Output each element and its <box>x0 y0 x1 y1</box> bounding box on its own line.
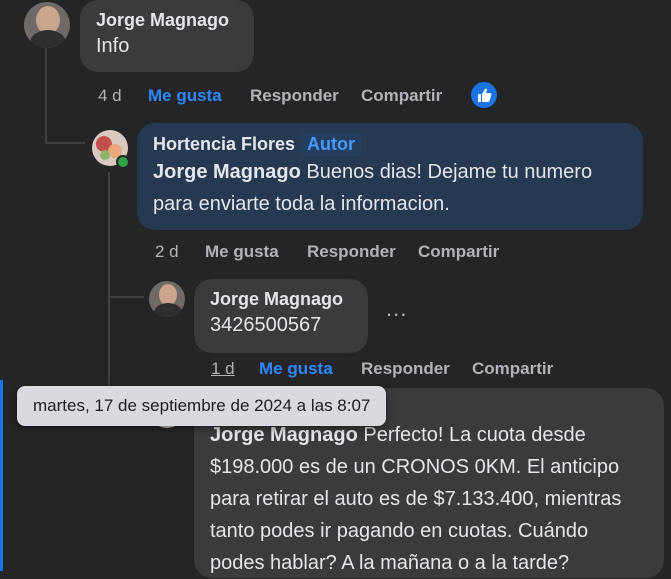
comment-time[interactable]: 2 d <box>155 242 179 262</box>
avatar[interactable] <box>149 281 185 317</box>
like-button[interactable]: Me gusta <box>259 359 333 379</box>
mention-link[interactable]: Jorge Magnago <box>210 424 358 446</box>
comment-author[interactable]: Hortencia Flores <box>153 134 295 154</box>
thread-line <box>108 172 110 402</box>
comment-text: Jorge Magnago Buenos dias! Dejame tu num… <box>153 161 593 215</box>
reply-button[interactable]: Responder <box>250 86 339 106</box>
comment-actions: 4 d Me gusta Responder Compartir <box>98 86 518 108</box>
comment-text: Jorge Magnago Perfecto! La cuota desde $… <box>210 424 622 574</box>
share-button[interactable]: Compartir <box>418 242 499 262</box>
like-button[interactable]: Me gusta <box>148 86 222 106</box>
reply-button[interactable]: Responder <box>307 242 396 262</box>
comment-text: 3426500567 <box>210 314 322 336</box>
comment-bubble: Hortencia Flores Autor Jorge Magnago Buen… <box>137 123 643 230</box>
more-options-icon[interactable]: ... <box>386 296 407 322</box>
author-badge: Autor <box>301 133 362 156</box>
comment-bubble: Jorge Magnago Info <box>80 0 254 72</box>
timestamp-tooltip: martes, 17 de septiembre de 2024 a las 8… <box>17 386 387 426</box>
like-button[interactable]: Me gusta <box>205 242 279 262</box>
comment-actions: 2 d Me gusta Responder Compartir <box>155 242 575 264</box>
comment-author[interactable]: Jorge Magnago <box>210 289 352 310</box>
thread-line <box>45 142 85 144</box>
avatar[interactable] <box>24 2 70 48</box>
comment-time[interactable]: 4 d <box>98 86 122 106</box>
share-button[interactable]: Compartir <box>472 359 553 379</box>
comment-actions: 1 d Me gusta Responder Compartir <box>211 359 631 381</box>
thread-line <box>45 48 47 144</box>
reply-button[interactable]: Responder <box>361 359 450 379</box>
thumbs-up-icon[interactable] <box>471 82 497 108</box>
thread-line <box>108 296 144 298</box>
focus-indicator <box>0 380 3 571</box>
comment-author[interactable]: Jorge Magnago <box>96 10 238 31</box>
comment-bubble: Jorge Magnago 3426500567 <box>194 279 368 353</box>
mention-link[interactable]: Jorge Magnago <box>153 161 301 183</box>
comment-time[interactable]: 1 d <box>211 359 235 379</box>
online-status-indicator <box>116 155 130 169</box>
comment-text: Info <box>96 35 130 57</box>
share-button[interactable]: Compartir <box>361 86 442 106</box>
